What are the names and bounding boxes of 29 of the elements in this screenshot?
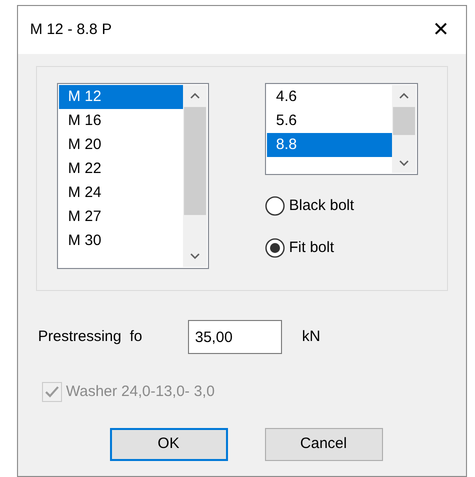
list-item[interactable]: 8.8 (267, 133, 392, 157)
list-item[interactable]: M 27 (59, 205, 183, 229)
dialog-button[interactable]: OK (110, 428, 228, 460)
list-item[interactable]: M 22 (59, 157, 183, 181)
scrollbar[interactable] (392, 85, 416, 173)
scroll-thumb[interactable] (393, 107, 415, 135)
list-item[interactable]: 4.6 (267, 85, 392, 109)
unit-label: kN (302, 326, 320, 347)
list-item[interactable]: M 30 (59, 229, 183, 253)
window-title: M 12 - 8.8 P (30, 20, 112, 40)
list-item[interactable]: M 24 (59, 181, 183, 205)
washer-label: Washer 24,0-13,0- 3,0 (66, 382, 215, 402)
radio-button[interactable] (265, 196, 285, 216)
prestressing-field[interactable]: 35,00 (188, 320, 282, 354)
check-icon (45, 386, 59, 398)
radio-label: Black bolt (289, 196, 354, 216)
list-item[interactable]: M 20 (59, 133, 183, 157)
list-item[interactable]: 5.6 (267, 109, 392, 133)
dialog-button[interactable]: Cancel (264, 428, 382, 460)
close-button[interactable]: ✕ (426, 15, 456, 45)
scrollbar[interactable] (183, 85, 207, 267)
list-item[interactable]: M 16 (59, 109, 183, 133)
prestressing-label: Prestressing fo (38, 326, 144, 347)
list-item[interactable]: M 12 (59, 85, 183, 109)
size-listbox[interactable]: M 12 M 16 M 20 M 22 M 24 M 27 M 30 (57, 83, 209, 269)
radio-button[interactable] (265, 238, 285, 258)
radio-label: Fit bolt (289, 238, 334, 258)
grade-listbox[interactable]: 4.6 5.6 8.8 (265, 83, 418, 175)
scroll-thumb[interactable] (184, 107, 206, 215)
